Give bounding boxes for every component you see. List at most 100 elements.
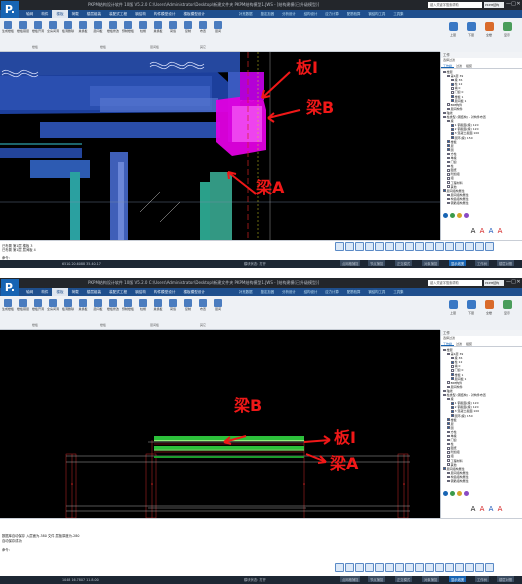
status-grid-snap-2[interactable]: 点网格捕捉 (340, 576, 361, 582)
cantilever-button-2b[interactable]: 悬挑板 (151, 299, 165, 321)
status-work-tree-2[interactable]: 工作树 (475, 576, 489, 582)
tab-filter-2[interactable]: 过滤 (454, 341, 464, 346)
view-rotate-icon-2[interactable] (375, 563, 384, 572)
view-front-icon[interactable] (335, 242, 344, 251)
tree-checkbox[interactable] (451, 87, 454, 90)
font-a-red-button-2b[interactable]: A (496, 505, 504, 514)
view-grid-icon-2[interactable] (465, 563, 474, 572)
tree-checkbox[interactable] (443, 348, 446, 352)
tree-checkbox[interactable] (451, 414, 454, 417)
generate-slab-button[interactable]: 生成楼板 (1, 21, 15, 43)
module-select[interactable]: PKPM结构 (484, 2, 504, 8)
copy-button[interactable]: 复制 (181, 21, 195, 43)
slab-hole-button-2[interactable]: 楼板开洞 (31, 299, 45, 321)
layers-icon-2[interactable] (464, 491, 469, 496)
menu-slab-model-2[interactable]: 楼板模型设计 (179, 288, 209, 296)
column-cap-button[interactable]: 柱帽 (136, 21, 150, 43)
tree-checkbox[interactable] (447, 434, 450, 438)
status-object-snap[interactable]: 对象捕捉 (422, 260, 440, 266)
status-node-snap-2[interactable]: 节点捕捉 (368, 576, 386, 582)
tree-checkbox[interactable] (447, 181, 450, 184)
menu-load-2[interactable]: 荷载 (68, 288, 83, 296)
tree-checkbox[interactable] (451, 401, 454, 405)
status-node-snap[interactable]: 节点捕捉 (368, 260, 386, 266)
help-search-input[interactable]: 键入关键字搜索帮助 (428, 2, 482, 8)
tree-checkbox[interactable] (447, 385, 450, 389)
model-viewport-elevation[interactable]: 梁B 板I 梁A (0, 330, 440, 518)
slab-hole-button[interactable]: 楼板开洞 (31, 21, 45, 43)
tree-item[interactable]: 钢筋组构属性 (443, 201, 522, 205)
tree-checkbox[interactable] (447, 119, 450, 123)
module-tab-6[interactable]: 配筋验算 (343, 10, 365, 18)
view-hide-icon[interactable] (435, 242, 444, 251)
tree-checkbox[interactable] (447, 185, 450, 188)
view-icon-2[interactable] (443, 491, 448, 496)
view-save-icon-2[interactable] (485, 563, 494, 572)
module-tab-3[interactable]: 分析设计 (278, 10, 300, 18)
status-object-snap-2[interactable]: 对象捕捉 (422, 576, 440, 582)
interlayer-button-2[interactable]: 层间 (211, 299, 225, 321)
view-iso-icon-2[interactable] (365, 563, 374, 572)
display-button-2[interactable]: 显示 (500, 300, 514, 324)
tree-checkbox[interactable] (443, 389, 446, 393)
font-a-blue-button[interactable]: A (487, 227, 495, 236)
tree-checkbox[interactable] (447, 418, 450, 421)
layout-button-2[interactable]: 布置 (196, 299, 210, 321)
font-a-red-button[interactable]: A (478, 227, 486, 236)
tree-checkbox[interactable] (447, 177, 450, 180)
tab-work-tree[interactable]: 工作树 (441, 63, 455, 68)
delete-hole-button[interactable]: 板洞删除 (61, 21, 75, 43)
view-color-icon[interactable] (445, 242, 454, 251)
module-tab-2[interactable]: 鉴定加固 (257, 10, 279, 18)
tree-checkbox[interactable] (447, 103, 450, 107)
module-tab-1[interactable]: 补充数据 (235, 10, 257, 18)
status-grid-snap[interactable]: 点网格捕捉 (340, 260, 361, 266)
tree-checkbox[interactable] (451, 82, 454, 86)
tree-checkbox[interactable] (447, 479, 450, 483)
menu-member-model[interactable]: 构件模型设计 (150, 10, 180, 18)
layers-icon[interactable] (464, 213, 469, 218)
view-pan-icon-2[interactable] (395, 563, 404, 572)
room-hole-button[interactable]: 全房间洞 (46, 21, 60, 43)
status-ortho[interactable]: 正交模式 (395, 260, 413, 266)
tree-checkbox[interactable] (451, 406, 454, 409)
display-button[interactable]: 显示 (500, 22, 514, 46)
tree-checkbox[interactable] (447, 152, 450, 156)
tree-checkbox[interactable] (447, 160, 450, 164)
model-viewport-3d[interactable]: 板I 梁B 梁A (0, 52, 440, 240)
status-line-width-2[interactable]: 显示线宽 (449, 576, 467, 582)
tree-checkbox[interactable] (443, 115, 446, 119)
tree-checkbox[interactable] (451, 91, 454, 94)
module-tab-2-b[interactable]: 鉴定加固 (257, 288, 279, 296)
menu-steel[interactable]: 钢结构 (131, 10, 150, 18)
tree-checkbox[interactable] (447, 173, 450, 176)
view-grid-icon[interactable] (465, 242, 474, 251)
font-a-red-button-b[interactable]: A (478, 505, 486, 514)
tree-checkbox[interactable] (447, 426, 450, 430)
view-front-icon-2[interactable] (335, 563, 344, 572)
status-floor-compare-2[interactable]: 楼层对照 (497, 576, 515, 582)
view-section-icon-2[interactable] (455, 563, 464, 572)
tree-checkbox[interactable] (447, 397, 450, 401)
tree-checkbox[interactable] (447, 475, 450, 479)
tree-checkbox[interactable] (447, 148, 450, 152)
menu-floor-assembly-2[interactable]: 楼层组装 (83, 288, 105, 296)
column-cap-button-2[interactable]: 柱帽 (136, 299, 150, 321)
tree-checkbox[interactable] (447, 446, 450, 450)
tree-checkbox[interactable] (443, 70, 446, 74)
tree-checkbox[interactable] (451, 373, 454, 376)
module-tab-7[interactable]: 钢结构工具 (364, 10, 389, 18)
view-pan-icon[interactable] (395, 242, 404, 251)
tree-checkbox[interactable] (447, 455, 450, 458)
lower-floor-button[interactable]: 下层 (464, 22, 478, 46)
menu-steel-2[interactable]: 钢结构 (131, 288, 150, 296)
modify-slab-button[interactable]: 楼板修改 (106, 21, 120, 43)
tree-checkbox[interactable] (447, 164, 450, 168)
view-iso-icon[interactable] (365, 242, 374, 251)
tree-checkbox[interactable] (451, 132, 454, 135)
tree-checkbox[interactable] (451, 377, 454, 380)
upper-floor-button-2[interactable]: 上层 (446, 300, 460, 324)
menu-member-model-2[interactable]: 构件模型设计 (150, 288, 180, 296)
slab-offset-button-2[interactable]: 楼板错层 (16, 299, 30, 321)
help-search-input-2[interactable]: 键入关键字搜索帮助 (428, 280, 482, 286)
